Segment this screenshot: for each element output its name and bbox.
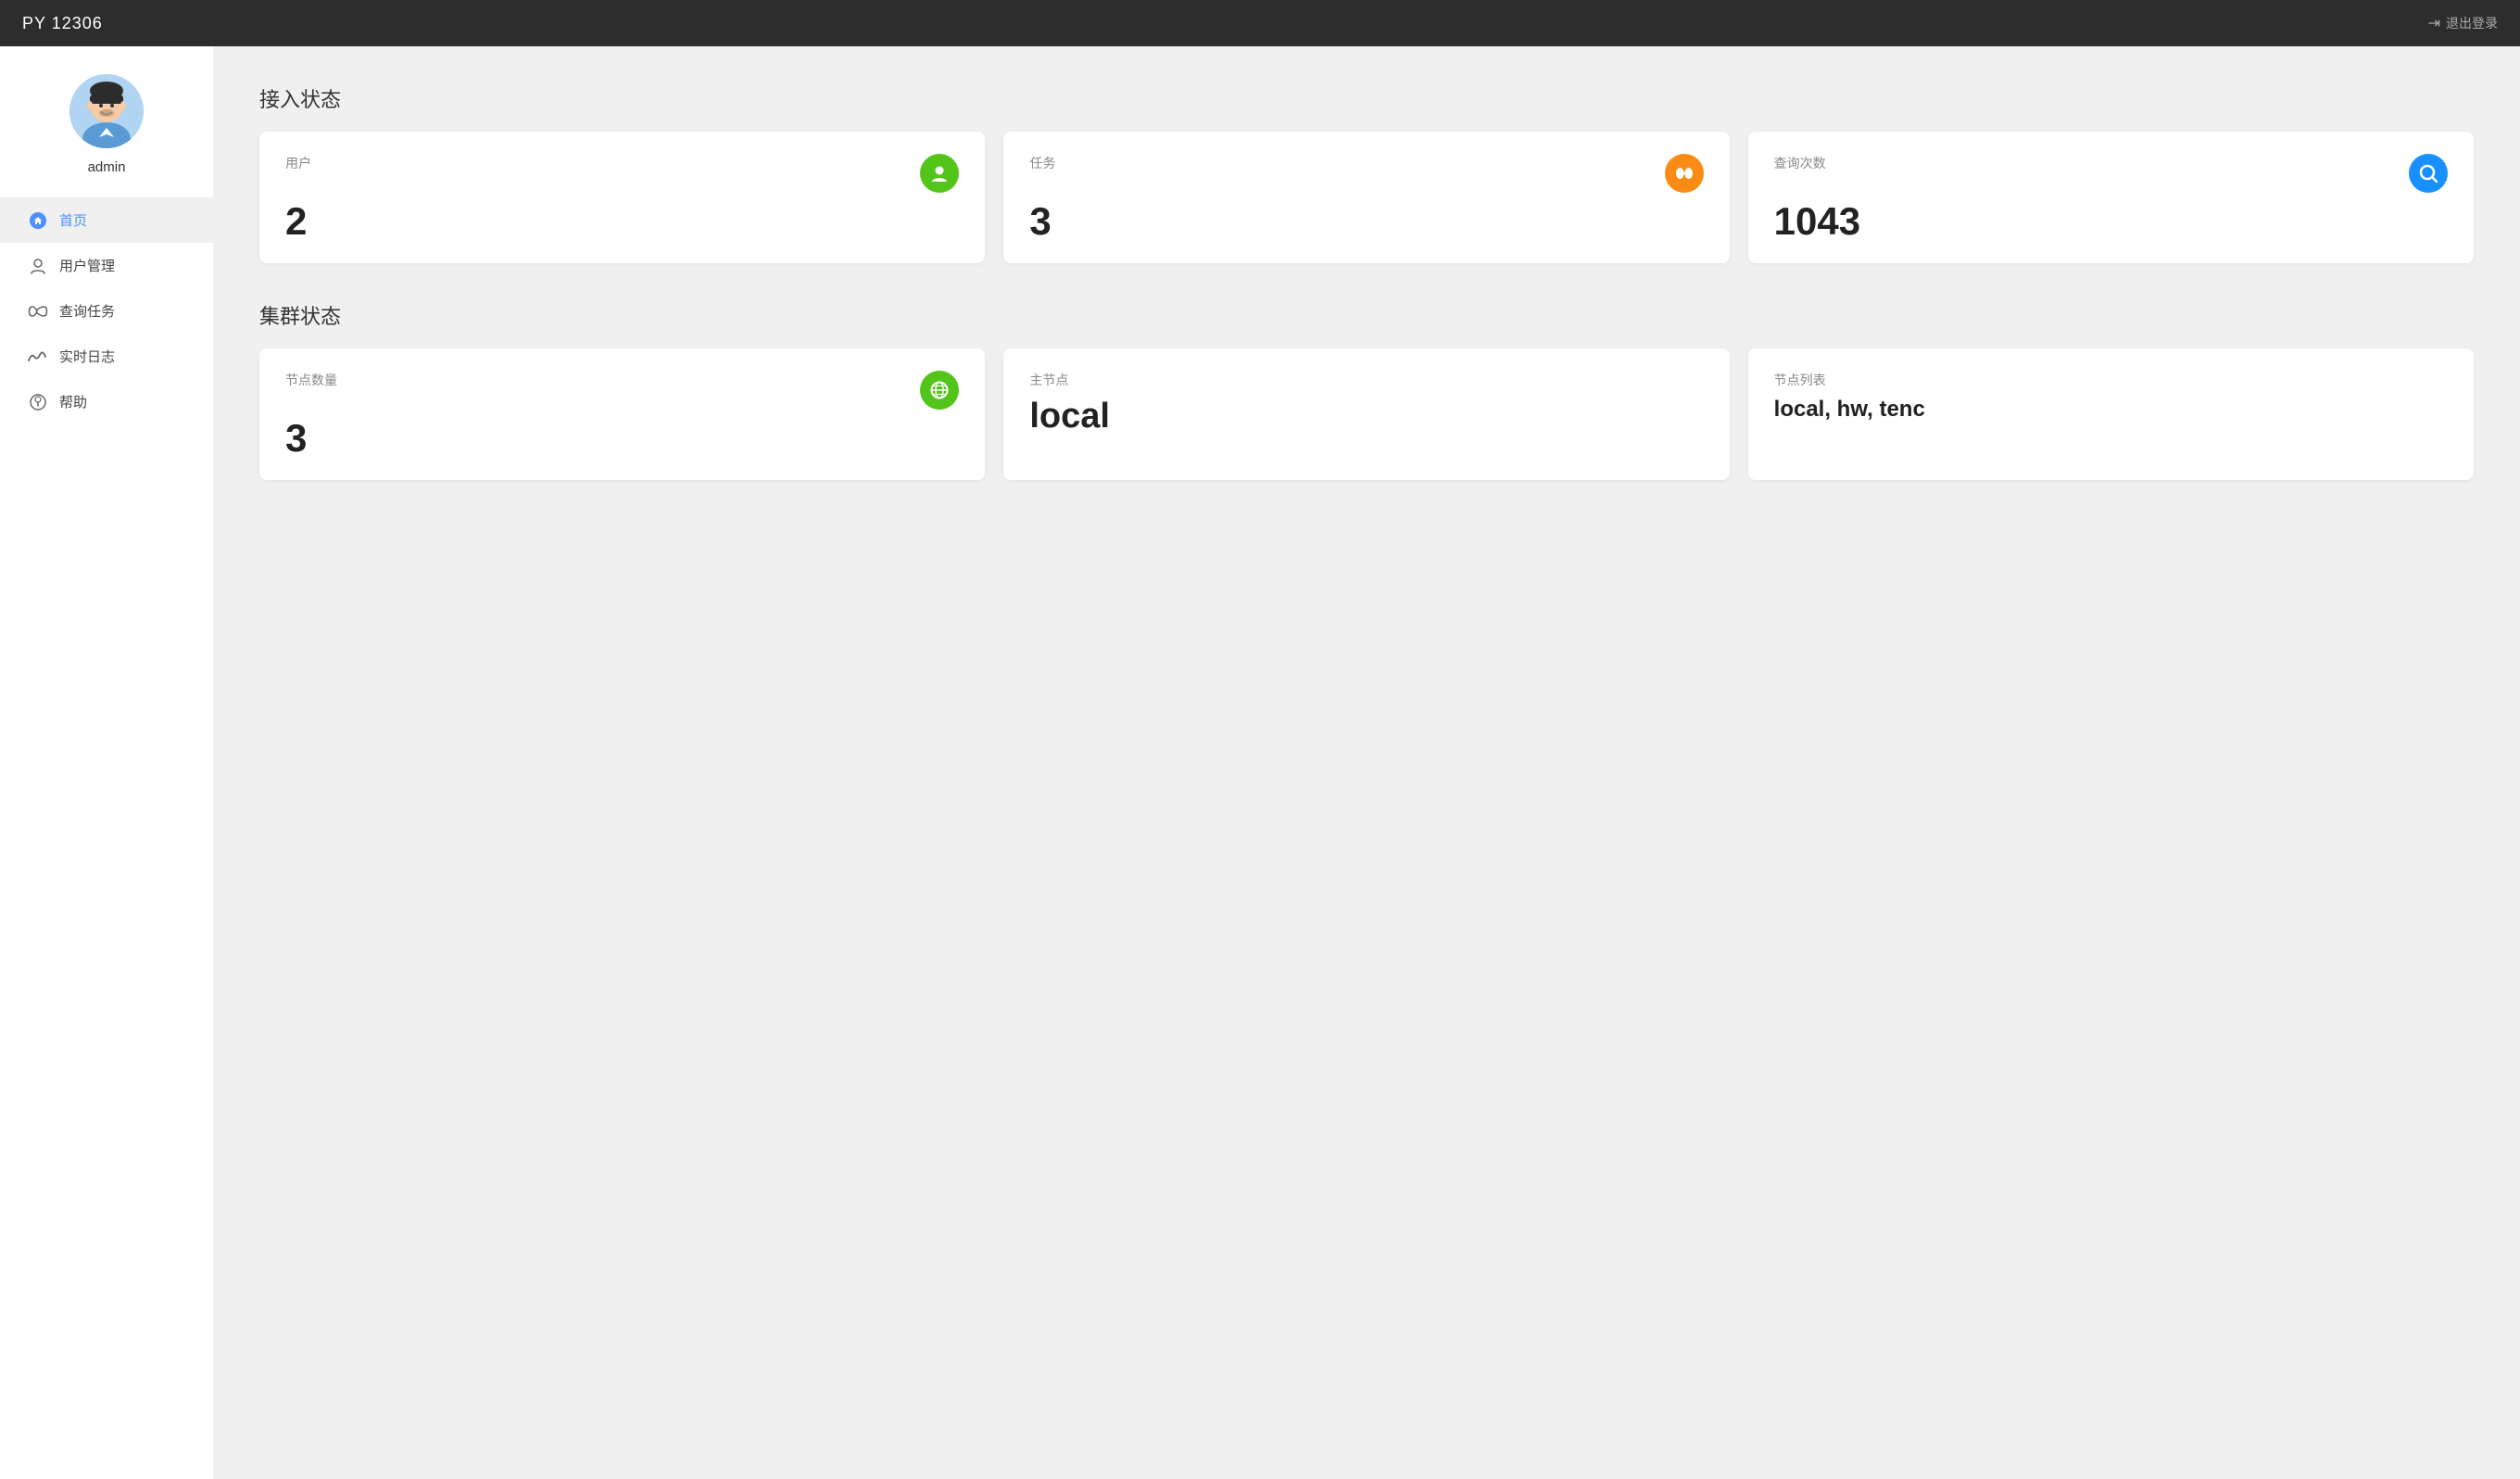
- sidebar: admin 首页 用户: [0, 46, 213, 1479]
- node-count-card: 节点数量 3: [259, 348, 985, 480]
- logout-icon: ⇥: [2428, 14, 2440, 32]
- access-status-title: 接入状态: [259, 83, 2474, 113]
- main-layout: admin 首页 用户: [0, 46, 2520, 1479]
- home-icon: [28, 211, 48, 230]
- sidebar-item-help[interactable]: 帮助: [0, 379, 213, 424]
- sidebar-nav: 首页 用户管理 查询任务: [0, 197, 213, 424]
- tasks-card-label: 任务: [1029, 154, 1055, 172]
- users-card-header: 用户: [285, 154, 959, 193]
- globe-icon: [920, 371, 959, 410]
- master-node-card: 主节点 local: [1003, 348, 1729, 480]
- sidebar-item-user-label: 用户管理: [59, 256, 115, 275]
- logout-button[interactable]: ⇥ 退出登录: [2428, 14, 2498, 32]
- user-mgmt-icon: [28, 257, 48, 275]
- access-status-cards: 用户 2 任务: [259, 132, 2474, 263]
- sidebar-item-home[interactable]: 首页: [0, 197, 213, 243]
- master-node-card-label: 主节点: [1029, 371, 1068, 389]
- node-count-card-label: 节点数量: [285, 371, 337, 389]
- query-count-card-label: 查询次数: [1774, 154, 1826, 172]
- sidebar-item-home-label: 首页: [59, 210, 87, 230]
- task-icon: [1665, 154, 1704, 193]
- users-card-value: 2: [285, 202, 959, 241]
- query-count-card-value: 1043: [1774, 202, 2448, 241]
- user-icon: [920, 154, 959, 193]
- users-card: 用户 2: [259, 132, 985, 263]
- cluster-status-title: 集群状态: [259, 300, 2474, 330]
- app-title: PY 12306: [22, 14, 103, 33]
- node-list-card-value: local, hw, tenc: [1774, 398, 2448, 421]
- node-count-card-value: 3: [285, 419, 959, 458]
- tasks-card-value: 3: [1029, 202, 1703, 241]
- sidebar-item-realtime-log[interactable]: 实时日志: [0, 334, 213, 379]
- infinity-icon: [28, 305, 48, 318]
- node-list-card-label: 节点列表: [1774, 371, 1826, 389]
- sidebar-item-log-label: 实时日志: [59, 347, 115, 366]
- help-icon: [28, 393, 48, 411]
- node-count-card-header: 节点数量: [285, 371, 959, 410]
- query-count-card: 查询次数 1043: [1748, 132, 2474, 263]
- query-count-card-header: 查询次数: [1774, 154, 2448, 193]
- tasks-card: 任务 3: [1003, 132, 1729, 263]
- sidebar-item-query-label: 查询任务: [59, 301, 115, 321]
- sidebar-item-query-tasks[interactable]: 查询任务: [0, 288, 213, 334]
- master-node-card-header: 主节点: [1029, 371, 1703, 389]
- node-list-card-header: 节点列表: [1774, 371, 2448, 389]
- log-icon: [28, 349, 48, 364]
- users-card-label: 用户: [285, 154, 311, 172]
- sidebar-username: admin: [88, 159, 126, 175]
- header: PY 12306 ⇥ 退出登录: [0, 0, 2520, 46]
- master-node-card-value: local: [1029, 398, 1703, 434]
- sidebar-item-user-management[interactable]: 用户管理: [0, 243, 213, 288]
- tasks-card-header: 任务: [1029, 154, 1703, 193]
- cluster-status-cards: 节点数量 3 主节点: [259, 348, 2474, 480]
- logout-label: 退出登录: [2446, 14, 2498, 32]
- node-list-card: 节点列表 local, hw, tenc: [1748, 348, 2474, 480]
- sidebar-item-help-label: 帮助: [59, 392, 87, 411]
- main-content: 接入状态 用户 2 任务: [213, 46, 2520, 1479]
- avatar: [69, 74, 144, 148]
- query-icon: [2409, 154, 2448, 193]
